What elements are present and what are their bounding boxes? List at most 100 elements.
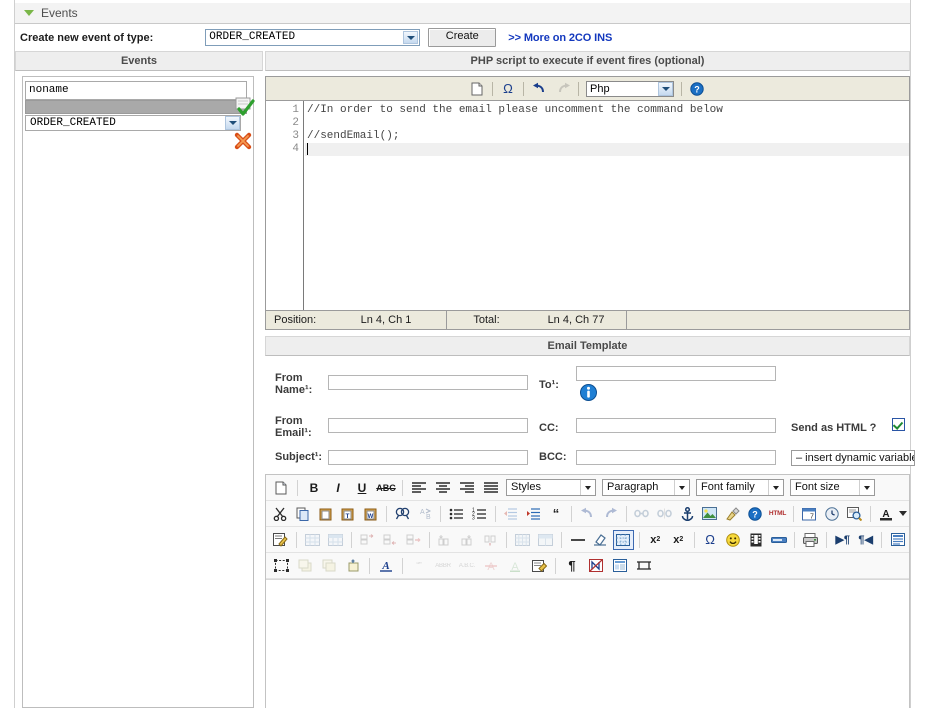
create-button[interactable]: Create: [428, 28, 497, 47]
table-props-icon[interactable]: [325, 530, 346, 550]
template-icon[interactable]: [609, 556, 631, 576]
col-before-icon[interactable]: [434, 530, 455, 550]
outdent-icon[interactable]: [500, 504, 521, 524]
move-backward-icon[interactable]: [318, 556, 340, 576]
color-dropdown-icon[interactable]: [898, 504, 908, 524]
chevron-down-icon[interactable]: [225, 116, 240, 130]
send-as-html-checkbox[interactable]: [892, 418, 905, 431]
chevron-down-icon[interactable]: [403, 31, 419, 44]
row-props-icon[interactable]: [357, 530, 378, 550]
media-icon[interactable]: [746, 530, 767, 550]
text-color-icon[interactable]: A: [876, 504, 897, 524]
rich-text-content-area[interactable]: [266, 579, 909, 708]
new-document-icon[interactable]: [270, 478, 292, 498]
rich-text-editor[interactable]: B I U ABC Styles Paragraph Font family F…: [265, 474, 910, 708]
copy-icon[interactable]: [293, 504, 314, 524]
triangle-down-icon[interactable]: [24, 10, 34, 16]
horizontal-rule-icon[interactable]: [567, 530, 588, 550]
italic-icon[interactable]: I: [327, 478, 349, 498]
event-select[interactable]: ORDER_CREATED: [25, 115, 241, 131]
bullet-list-icon[interactable]: [446, 504, 467, 524]
font-family-select[interactable]: Font family: [696, 479, 784, 496]
image-icon[interactable]: [699, 504, 720, 524]
strikethrough-icon[interactable]: ABC: [375, 478, 397, 498]
table-insert-icon[interactable]: [302, 530, 323, 550]
underline-icon[interactable]: U: [351, 478, 373, 498]
help-icon[interactable]: ?: [745, 504, 766, 524]
styles-select[interactable]: Styles: [506, 479, 596, 496]
info-icon[interactable]: [580, 384, 597, 401]
attributes-icon[interactable]: [528, 556, 550, 576]
rtl-icon[interactable]: ¶◀: [855, 530, 876, 550]
align-right-icon[interactable]: [456, 478, 478, 498]
emoticon-icon[interactable]: [723, 530, 744, 550]
anchor-icon[interactable]: [677, 504, 698, 524]
font-size-select[interactable]: Font size: [790, 479, 875, 496]
visual-aid-icon[interactable]: [612, 529, 634, 550]
new-document-icon[interactable]: [466, 79, 488, 99]
bold-icon[interactable]: B: [303, 478, 325, 498]
php-code-editor[interactable]: Ω Php ? 1 2 3 4 //In order to send the e…: [265, 76, 910, 328]
indent-icon[interactable]: [523, 504, 544, 524]
col-after-icon[interactable]: [457, 530, 478, 550]
edit-css-icon[interactable]: [270, 530, 291, 550]
html-source-icon[interactable]: HTML: [767, 504, 788, 524]
find-icon[interactable]: [392, 504, 413, 524]
code-text[interactable]: //In order to send the email please unco…: [307, 104, 909, 156]
row-after-icon[interactable]: [403, 530, 424, 550]
to-input[interactable]: [576, 366, 776, 381]
preview-icon[interactable]: [844, 504, 865, 524]
fullscreen-icon[interactable]: [887, 530, 908, 550]
paste-icon[interactable]: [315, 504, 336, 524]
find-replace-icon[interactable]: AB: [415, 504, 436, 524]
blockquote-icon[interactable]: “: [546, 504, 567, 524]
cut-icon[interactable]: [270, 504, 291, 524]
undo-icon[interactable]: [528, 79, 550, 99]
superscript-icon[interactable]: x2: [668, 530, 689, 550]
numbered-list-icon[interactable]: 123: [469, 504, 490, 524]
code-area[interactable]: 1 2 3 4 //In order to send the email ple…: [266, 101, 909, 327]
event-row-selected[interactable]: [25, 100, 247, 114]
insert-layer-icon[interactable]: [342, 556, 364, 576]
delete-col-icon[interactable]: [480, 530, 501, 550]
insert-layer-icon[interactable]: [768, 530, 789, 550]
special-char-icon[interactable]: Ω: [497, 79, 519, 99]
citation-icon[interactable]: “”: [408, 556, 430, 576]
subject-input[interactable]: [328, 450, 528, 465]
print-icon[interactable]: [800, 530, 821, 550]
align-justify-icon[interactable]: [480, 478, 502, 498]
check-icon[interactable]: [235, 97, 255, 117]
style-props-icon[interactable]: A: [375, 556, 397, 576]
chevron-down-icon[interactable]: [658, 81, 673, 96]
from-email-input[interactable]: [328, 418, 528, 433]
cc-input[interactable]: [576, 418, 776, 433]
paragraph-format-select[interactable]: Paragraph: [602, 479, 690, 496]
subscript-icon[interactable]: x2: [645, 530, 666, 550]
abbr-icon[interactable]: ABBR: [432, 556, 454, 576]
bcc-input[interactable]: [576, 450, 776, 465]
undo-icon[interactable]: [577, 504, 598, 524]
align-left-icon[interactable]: [408, 478, 430, 498]
redo-icon[interactable]: [600, 504, 621, 524]
help-icon[interactable]: ?: [686, 79, 708, 99]
language-select[interactable]: Php: [586, 80, 674, 97]
align-center-icon[interactable]: [432, 478, 454, 498]
show-invisible-icon[interactable]: ¶: [561, 556, 583, 576]
dynamic-variable-select[interactable]: – insert dynamic variable: [791, 450, 915, 466]
split-cells-icon[interactable]: [512, 530, 533, 550]
select-layer-icon[interactable]: [270, 556, 292, 576]
acronym-icon[interactable]: A.B.C.: [456, 556, 478, 576]
event-name-input[interactable]: noname: [25, 81, 247, 100]
remove-format-icon[interactable]: [590, 530, 611, 550]
calendar-icon[interactable]: 7: [799, 504, 820, 524]
from-name-input[interactable]: [328, 375, 528, 390]
move-forward-icon[interactable]: [294, 556, 316, 576]
event-type-select[interactable]: ORDER_CREATED: [205, 29, 421, 46]
ltr-icon[interactable]: ▶¶: [832, 530, 853, 550]
time-icon[interactable]: [821, 504, 842, 524]
merge-cells-icon[interactable]: [535, 530, 556, 550]
unlink-icon[interactable]: [654, 504, 675, 524]
paste-word-icon[interactable]: W: [361, 504, 382, 524]
special-char-icon[interactable]: Ω: [700, 530, 721, 550]
pagebreak-icon[interactable]: [633, 556, 655, 576]
